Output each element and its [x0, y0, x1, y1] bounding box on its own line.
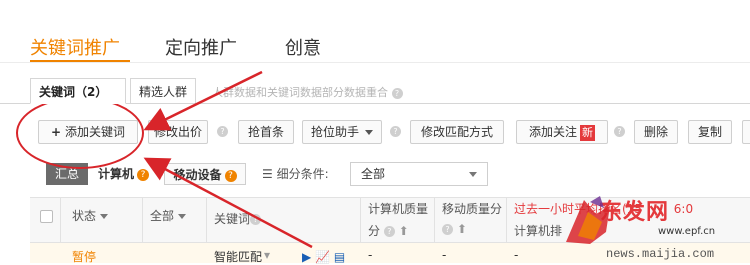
watermark-mascot-icon: [566, 196, 610, 244]
arrow-top: [143, 70, 263, 131]
watermark-site: www.epf.cn: [658, 226, 716, 237]
watermark-news-url: news.maijia.com: [606, 247, 715, 261]
subtab-keywords[interactable]: 关键词（2）: [30, 78, 126, 104]
arrow-bottom: [143, 157, 313, 249]
